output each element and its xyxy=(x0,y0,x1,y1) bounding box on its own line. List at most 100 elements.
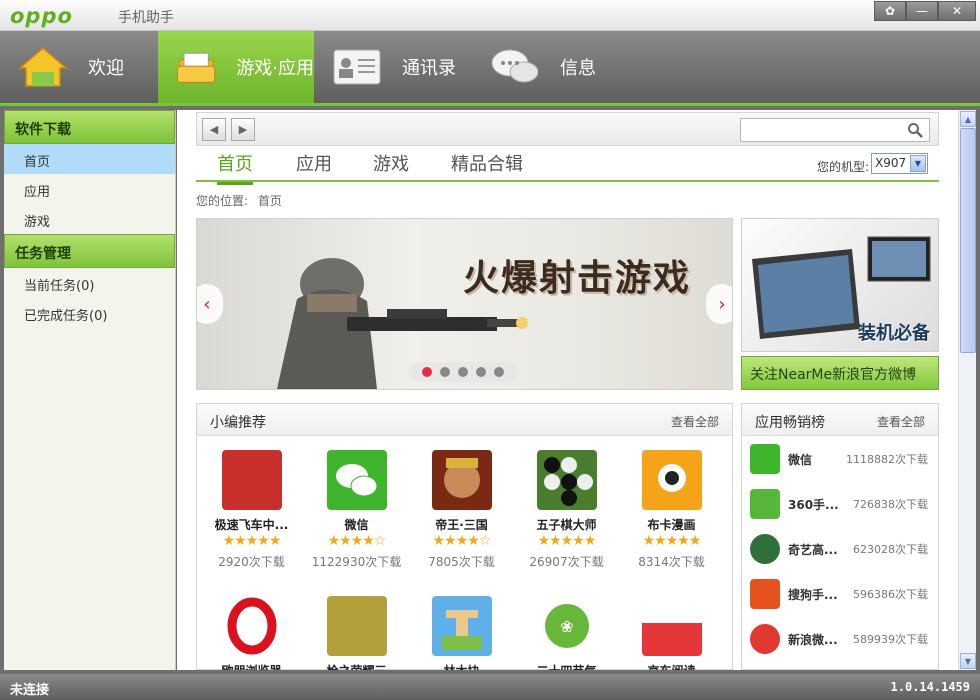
banner-prev-icon[interactable]: ‹ xyxy=(197,284,223,324)
pager-dot[interactable] xyxy=(476,367,486,377)
top-seller-count: 623028次下载 xyxy=(853,543,928,556)
sidebar-section-tasks: 任务管理 xyxy=(4,234,175,268)
top-sellers-view-all[interactable]: 查看全部 xyxy=(877,413,925,430)
top-seller-item[interactable]: 搜狗手... 596386次下载 xyxy=(742,571,938,616)
scroll-down-icon[interactable]: ▼ xyxy=(960,653,976,669)
qiyi-icon xyxy=(750,534,780,564)
nav-games-apps[interactable]: 游戏·应用 xyxy=(158,31,314,103)
sidebar-item-apps[interactable]: 应用 xyxy=(4,174,175,204)
app-title: 手机助手 xyxy=(118,10,174,26)
tab-collections[interactable]: 精品合辑 xyxy=(451,150,523,176)
app-downloads: 8314次下载 xyxy=(638,555,705,569)
app-icon-solar-terms[interactable]: ❀ xyxy=(536,596,597,656)
scroll-up-icon[interactable]: ▲ xyxy=(960,111,976,127)
promo-text: 装机必备 xyxy=(858,323,930,344)
recommended-view-all[interactable]: 查看全部 xyxy=(671,413,719,430)
model-label: 您的机型: xyxy=(816,160,869,174)
nav-messages-label: 信息 xyxy=(560,58,596,79)
folder-icon xyxy=(177,52,216,83)
search-input[interactable] xyxy=(741,119,901,141)
app-icon-emperor[interactable] xyxy=(431,450,492,510)
app-card[interactable]: 林木块 xyxy=(409,596,514,670)
pager-dot[interactable] xyxy=(494,367,504,377)
app-icon-jd-reader[interactable] xyxy=(641,596,702,656)
app-icon-wechat[interactable] xyxy=(326,450,387,510)
app-icon-soldier-game[interactable] xyxy=(326,596,387,656)
top-seller-count: 726838次下载 xyxy=(853,498,928,511)
essentials-promo[interactable]: 装机必备 xyxy=(741,218,939,352)
top-seller-item[interactable]: 奇艺高... 623028次下载 xyxy=(742,526,938,571)
search-box xyxy=(740,118,930,142)
back-button[interactable]: ◀ xyxy=(202,118,226,141)
category-tabs: 首页 应用 游戏 精品合辑 您的机型: X907 ▼ xyxy=(196,148,939,185)
home-icon xyxy=(18,47,68,87)
title-bar: oppo 手机助手 ✿ — ✕ xyxy=(0,0,980,31)
top-seller-item[interactable]: 360手... 726838次下载 xyxy=(742,481,938,526)
nav-contacts[interactable]: 通讯录 xyxy=(314,31,472,103)
app-card[interactable]: 帝王·三国 ★★★★☆ 7805次下载 xyxy=(409,450,514,570)
top-seller-name: 360手... xyxy=(788,498,839,512)
app-name: 帝王·三国 xyxy=(435,518,488,532)
breadcrumb-current[interactable]: 首页 xyxy=(258,194,282,208)
app-name: 林木块 xyxy=(409,662,514,670)
app-card[interactable]: 五子棋大师 ★★★★★ 26907次下载 xyxy=(514,450,619,570)
top-seller-item[interactable]: 微信 1118882次下载 xyxy=(742,436,938,481)
search-icon[interactable] xyxy=(907,122,923,138)
app-card[interactable]: ❀ 二十四节气 xyxy=(514,596,619,670)
top-sellers-title: 应用畅销榜 xyxy=(755,415,825,431)
breadcrumb-label: 您的位置: xyxy=(196,194,249,208)
nav-welcome[interactable]: 欢迎 xyxy=(0,31,158,103)
featured-banner[interactable]: 火爆射击游戏 ‹ › xyxy=(196,218,733,390)
app-card[interactable]: 枪之荣耀三 xyxy=(304,596,409,670)
app-icon-buka[interactable] xyxy=(641,450,702,510)
follow-weibo-button[interactable]: 关注NearMe新浪官方微博 xyxy=(741,356,939,390)
forward-button[interactable]: ▶ xyxy=(231,118,255,141)
app-card[interactable]: 欧朋浏览器 xyxy=(199,596,304,670)
app-downloads: 1122930次下载 xyxy=(311,555,402,569)
settings-icon[interactable]: ✿ xyxy=(874,1,906,21)
chevron-down-icon: ▼ xyxy=(910,155,926,172)
top-seller-name: 奇艺高... xyxy=(788,543,838,557)
pager-dot[interactable] xyxy=(440,367,450,377)
app-card[interactable]: 微信 ★★★★☆ 1122930次下载 xyxy=(304,450,409,570)
sidebar-item-completed-tasks[interactable]: 已完成任务(0) xyxy=(4,298,175,328)
top-sellers-header: 应用畅销榜 查看全部 xyxy=(742,404,938,436)
nav-contacts-label: 通讯录 xyxy=(402,58,456,79)
sidebar-item-home[interactable]: 首页 xyxy=(4,144,175,174)
scroll-thumb[interactable] xyxy=(960,128,976,353)
vertical-scrollbar[interactable]: ▲ ▼ xyxy=(958,110,976,670)
close-icon[interactable]: ✕ xyxy=(938,1,976,21)
model-select[interactable]: X907 ▼ xyxy=(871,153,928,174)
toolbar: ◀ ▶ xyxy=(196,112,939,146)
pager-dot[interactable] xyxy=(422,367,432,377)
top-seller-item[interactable]: 新浪微... 589939次下载 xyxy=(742,616,938,661)
tab-games[interactable]: 游戏 xyxy=(373,150,409,176)
app-icon-opera[interactable] xyxy=(221,596,282,656)
app-icon-gomoku[interactable] xyxy=(536,450,597,510)
sidebar-item-games[interactable]: 游戏 xyxy=(4,204,175,234)
banner-pager xyxy=(408,362,518,382)
nav-games-apps-label: 游戏·应用 xyxy=(236,58,314,79)
recommended-panel: 小编推荐 查看全部 极速飞车中... ★★★★★ 2920次下载 微信 ★★★★… xyxy=(196,403,733,670)
pager-dot[interactable] xyxy=(458,367,468,377)
app-name: 二十四节气 xyxy=(514,662,619,670)
banner-next-icon[interactable]: › xyxy=(706,284,732,324)
app-icon-blocks[interactable] xyxy=(431,596,492,656)
nav-messages[interactable]: 信息 xyxy=(472,31,630,103)
app-card[interactable]: 极速飞车中... ★★★★★ 2920次下载 xyxy=(199,450,304,570)
app-card[interactable]: 布卡漫画 ★★★★★ 8314次下载 xyxy=(619,450,724,570)
sidebar-item-current-tasks[interactable]: 当前任务(0) xyxy=(4,268,175,298)
tab-apps[interactable]: 应用 xyxy=(296,150,332,176)
app-card[interactable]: 京东阅读 xyxy=(619,596,724,670)
recommended-header: 小编推荐 查看全部 xyxy=(197,404,732,436)
app-icon-car[interactable] xyxy=(221,450,282,510)
tab-home[interactable]: 首页 xyxy=(217,150,253,185)
main-content: ◀ ▶ 首页 应用 游戏 精品合辑 您的机型: X907 ▼ 您的位置: 首页 xyxy=(177,110,958,670)
model-value: X907 xyxy=(875,156,907,170)
sogou-icon xyxy=(750,579,780,609)
minimize-icon[interactable]: — xyxy=(906,1,938,21)
recommended-title: 小编推荐 xyxy=(210,415,266,431)
svg-text:❀: ❀ xyxy=(560,617,573,636)
app-downloads: 2920次下载 xyxy=(218,555,285,569)
wechat-icon xyxy=(750,444,780,474)
